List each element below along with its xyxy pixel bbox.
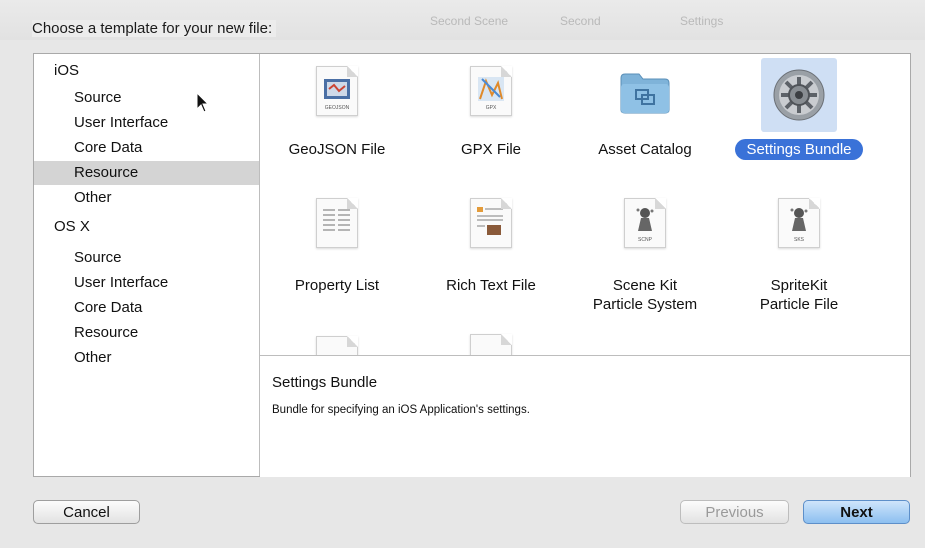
- rich-text-icon: [470, 198, 512, 248]
- template-rich-text-file[interactable]: Rich Text File: [414, 194, 568, 324]
- platform-sidebar: iOS Source User Interface Core Data Reso…: [34, 54, 260, 476]
- template-partial-item[interactable]: [414, 334, 568, 355]
- scnp-badge: SCNP: [638, 237, 652, 243]
- template-label-line2: Particle File: [759, 296, 839, 313]
- description-title: Settings Bundle: [272, 374, 378, 391]
- template-label-line2: Particle System: [592, 296, 698, 313]
- file-icon: [316, 336, 358, 355]
- template-geojson-file[interactable]: GEOJSON GeoJSON File: [260, 54, 414, 172]
- template-label: Rich Text File: [446, 277, 536, 294]
- sidebar-item-ios-source[interactable]: Source: [34, 86, 259, 110]
- template-label-line1: SpriteKit: [770, 277, 828, 294]
- sidebar-item-ios-user-interface[interactable]: User Interface: [34, 111, 259, 135]
- dialog-prompt: Choose a template for your new file:: [32, 20, 277, 37]
- template-asset-catalog[interactable]: Asset Catalog: [568, 54, 722, 172]
- new-file-sheet: Choose a template for your new file: iOS…: [0, 0, 925, 548]
- template-spritekit-particle-file[interactable]: SKS SpriteKit Particle File: [722, 194, 876, 324]
- sidebar-item-osx-resource[interactable]: Resource: [34, 321, 259, 345]
- geojson-file-icon: GEOJSON: [316, 66, 358, 116]
- mouse-pointer-icon: [196, 92, 210, 113]
- template-label-line1: Scene Kit: [612, 277, 678, 294]
- template-settings-bundle[interactable]: Settings Bundle: [722, 54, 876, 172]
- sidebar-item-osx-source[interactable]: Source: [34, 246, 259, 270]
- template-description-panel: Settings Bundle Bundle for specifying an…: [260, 355, 910, 477]
- folder-icon: [619, 70, 671, 119]
- template-chooser: iOS Source User Interface Core Data Reso…: [33, 53, 911, 477]
- gpx-badge: GPX: [485, 105, 497, 111]
- gpx-file-icon: GPX: [470, 66, 512, 116]
- sidebar-item-ios-resource[interactable]: Resource: [34, 161, 259, 185]
- sidebar-header-ios[interactable]: iOS: [54, 62, 79, 79]
- cancel-button[interactable]: Cancel: [33, 500, 140, 524]
- template-scenekit-particle-system[interactable]: SCNP Scene Kit Particle System: [568, 194, 722, 324]
- sidebar-header-osx[interactable]: OS X: [54, 218, 90, 235]
- geojson-badge: GEOJSON: [324, 105, 350, 111]
- sidebar-item-osx-user-interface[interactable]: User Interface: [34, 271, 259, 295]
- template-label: Asset Catalog: [598, 141, 692, 158]
- previous-button[interactable]: Previous: [680, 500, 789, 524]
- sidebar-item-ios-other[interactable]: Other: [34, 186, 259, 210]
- template-label-selected: Settings Bundle: [722, 139, 876, 160]
- template-partial-item[interactable]: [260, 336, 414, 355]
- spritekit-particle-icon: SKS: [778, 198, 820, 248]
- template-label: GeoJSON File: [288, 141, 386, 158]
- file-icon: [470, 334, 512, 355]
- sks-badge: SKS: [793, 237, 804, 243]
- scenekit-particle-icon: SCNP: [624, 198, 666, 248]
- next-button[interactable]: Next: [803, 500, 910, 524]
- gear-icon: [761, 58, 837, 132]
- sidebar-item-osx-other[interactable]: Other: [34, 346, 259, 370]
- property-list-icon: [316, 198, 358, 248]
- sidebar-item-ios-core-data[interactable]: Core Data: [34, 136, 259, 160]
- template-property-list[interactable]: Property List: [260, 194, 414, 324]
- template-label: Property List: [294, 277, 380, 294]
- template-grid: GEOJSON GeoJSON File GPX GPX File Asset …: [260, 54, 910, 355]
- sidebar-item-osx-core-data[interactable]: Core Data: [34, 296, 259, 320]
- template-label: GPX File: [460, 141, 521, 158]
- template-gpx-file[interactable]: GPX GPX File: [414, 54, 568, 172]
- description-body: Bundle for specifying an iOS Application…: [272, 404, 530, 416]
